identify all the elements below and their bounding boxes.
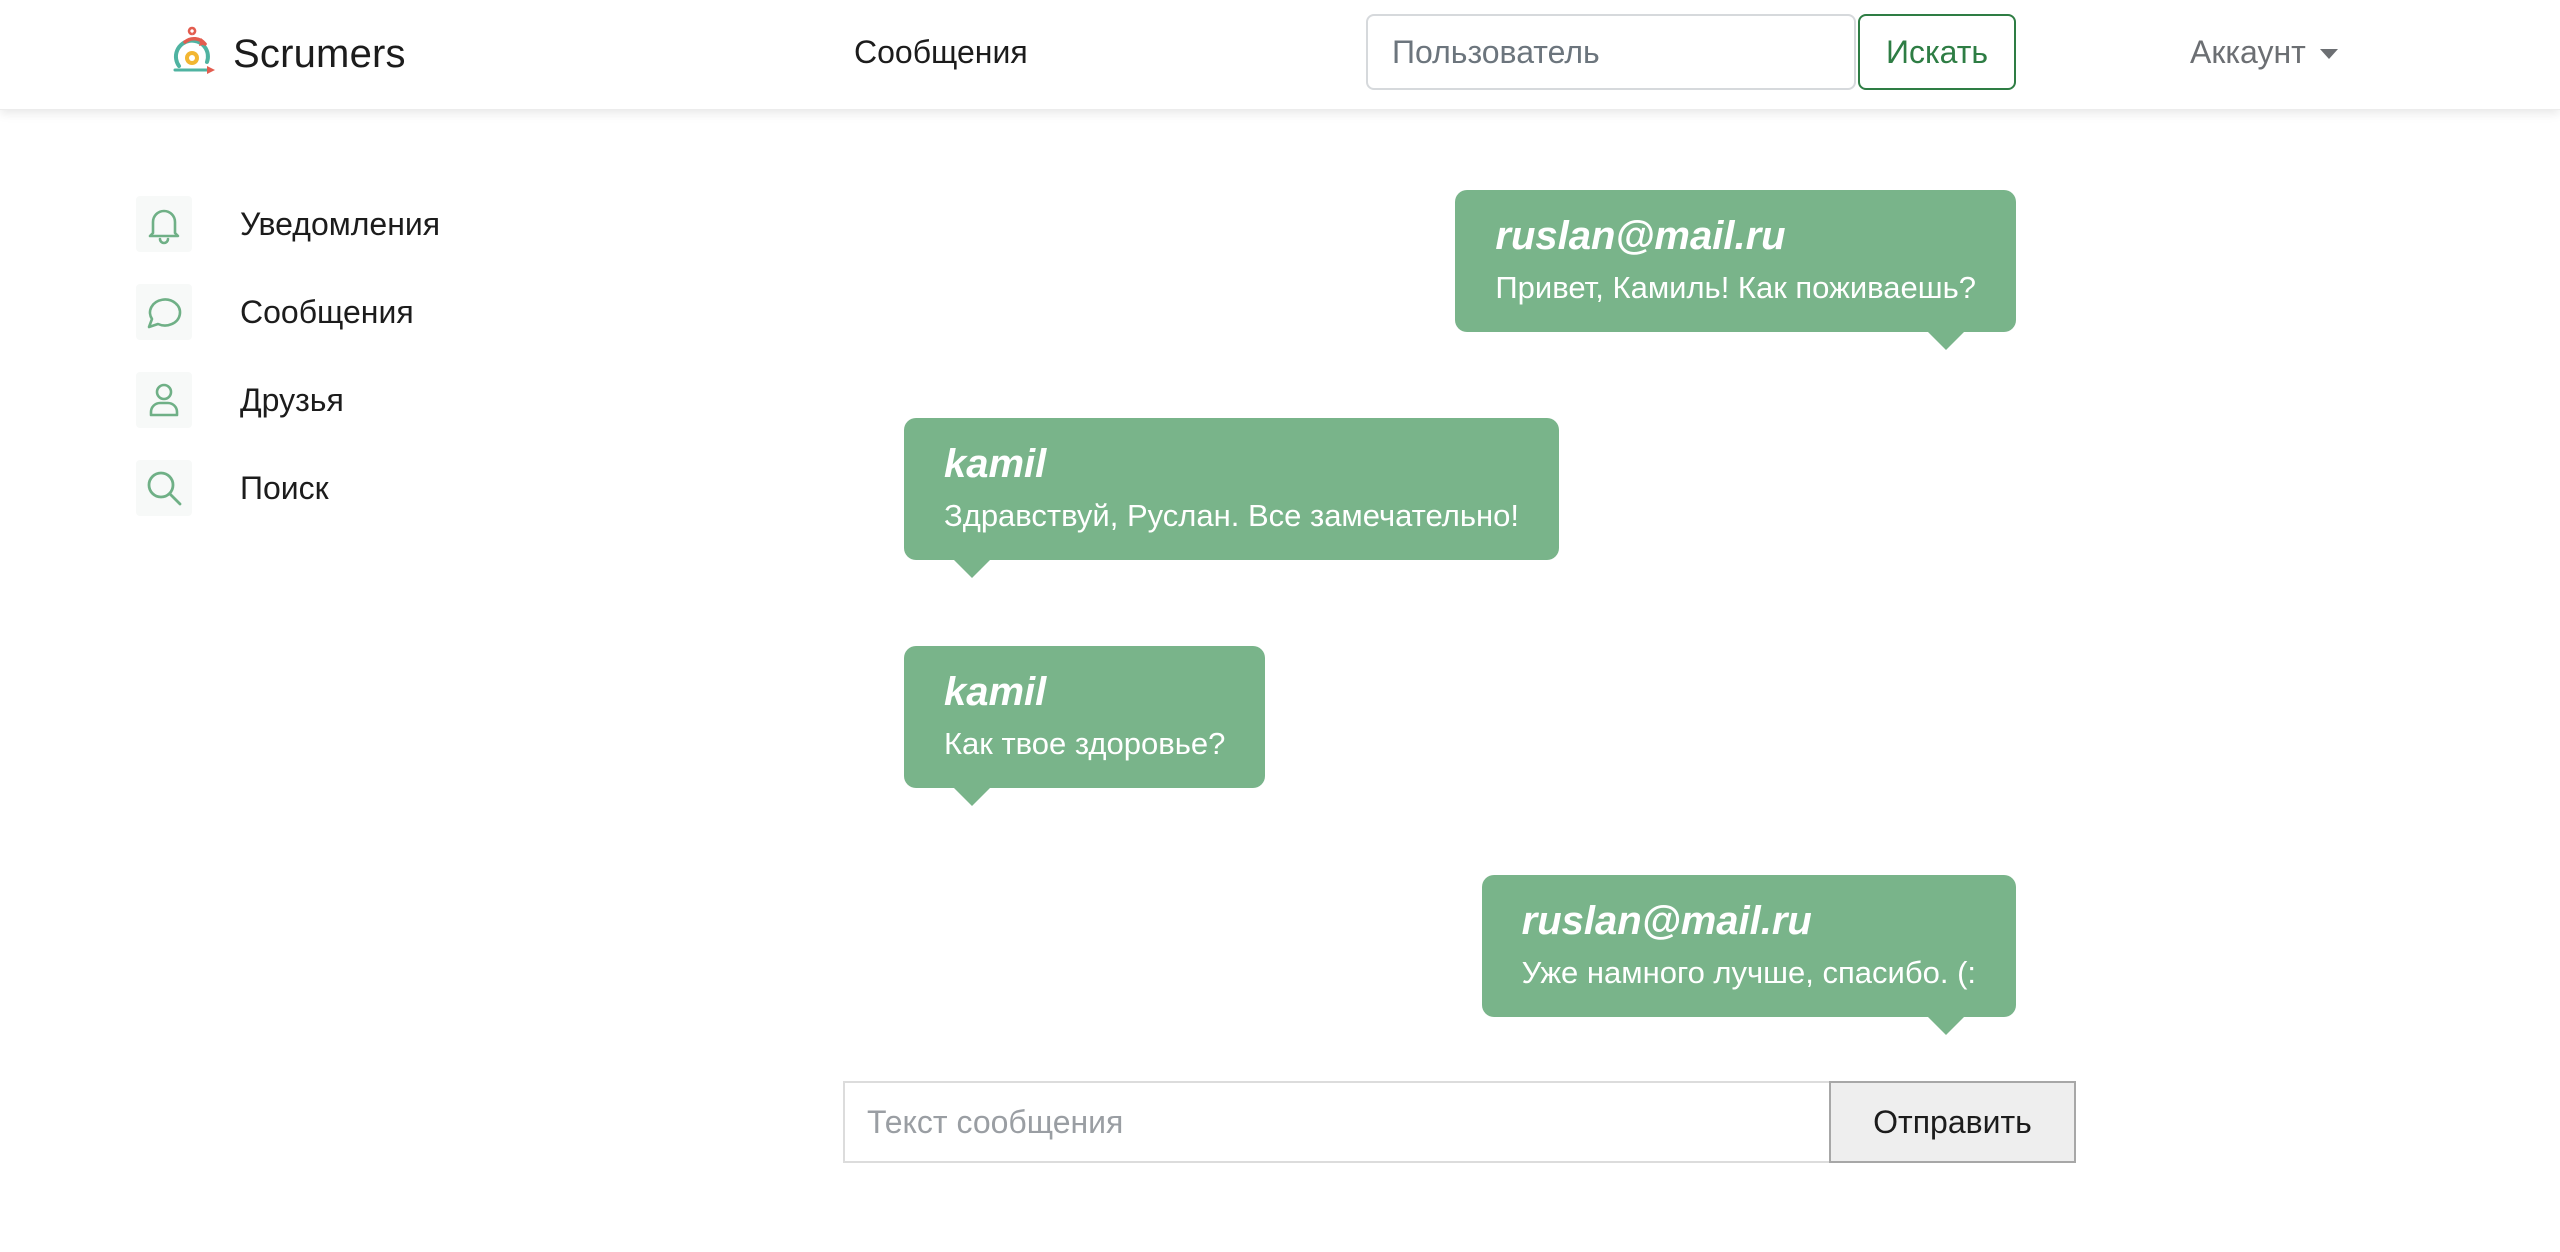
sidebar-item-messages[interactable]: Сообщения — [136, 268, 536, 356]
scrum-cycle-logo-icon — [173, 26, 215, 74]
sidebar-item-label: Поиск — [240, 469, 329, 506]
chevron-down-icon — [2319, 48, 2338, 59]
send-button[interactable]: Отправить — [1829, 1081, 2076, 1163]
account-label: Аккаунт — [2190, 34, 2306, 70]
chat-message: kamil Здравствуй, Руслан. Все замечатель… — [904, 418, 1559, 578]
sidebar-item-notifications[interactable]: Уведомления — [136, 180, 536, 268]
chat-message: ruslan@mail.ru Уже намного лучше, спасиб… — [1481, 875, 2016, 1035]
person-icon — [136, 372, 192, 428]
chat-message: ruslan@mail.ru Привет, Камиль! Как пожив… — [1455, 190, 2016, 350]
sidebar-item-friends[interactable]: Друзья — [136, 356, 536, 444]
message-author: ruslan@mail.ru — [1521, 899, 1812, 943]
brand[interactable]: Scrumers — [165, 26, 406, 82]
message-compose-form: Отправить — [843, 1081, 2076, 1163]
sidebar-item-label: Сообщения — [240, 293, 414, 330]
message-author: kamil — [944, 442, 1047, 486]
account-dropdown[interactable]: Аккаунт — [2190, 34, 2338, 71]
message-text: Привет, Камиль! Как поживаешь? — [1495, 270, 1976, 305]
sidebar-item-label: Уведомления — [240, 205, 441, 242]
message-text: Как твое здоровье? — [944, 726, 1226, 761]
bell-icon — [136, 196, 192, 252]
nav-messages-link[interactable]: Сообщения — [854, 34, 1028, 71]
message-text: Здравствуй, Руслан. Все замечательно! — [944, 498, 1519, 533]
chat-message: kamil Как твое здоровье? — [904, 646, 1266, 806]
chat-bubble-icon — [136, 284, 192, 340]
sidebar-item-search[interactable]: Поиск — [136, 444, 536, 532]
search-icon — [136, 460, 192, 516]
message-text: Уже намного лучше, спасибо. (: — [1521, 955, 1976, 990]
search-button[interactable]: Искать — [1858, 14, 2016, 90]
brand-name: Scrumers — [233, 31, 406, 76]
top-navbar: Scrumers Сообщения Искать Аккаунт — [0, 0, 2560, 110]
sidebar-item-label: Друзья — [240, 381, 344, 418]
user-search-input[interactable] — [1366, 14, 1856, 90]
user-search-form: Искать — [1366, 14, 2016, 90]
message-input[interactable] — [843, 1081, 1829, 1163]
sidebar: Уведомления Сообщения Друзья Поиск — [136, 180, 536, 532]
message-author: kamil — [944, 670, 1047, 714]
message-author: ruslan@mail.ru — [1495, 214, 1786, 258]
